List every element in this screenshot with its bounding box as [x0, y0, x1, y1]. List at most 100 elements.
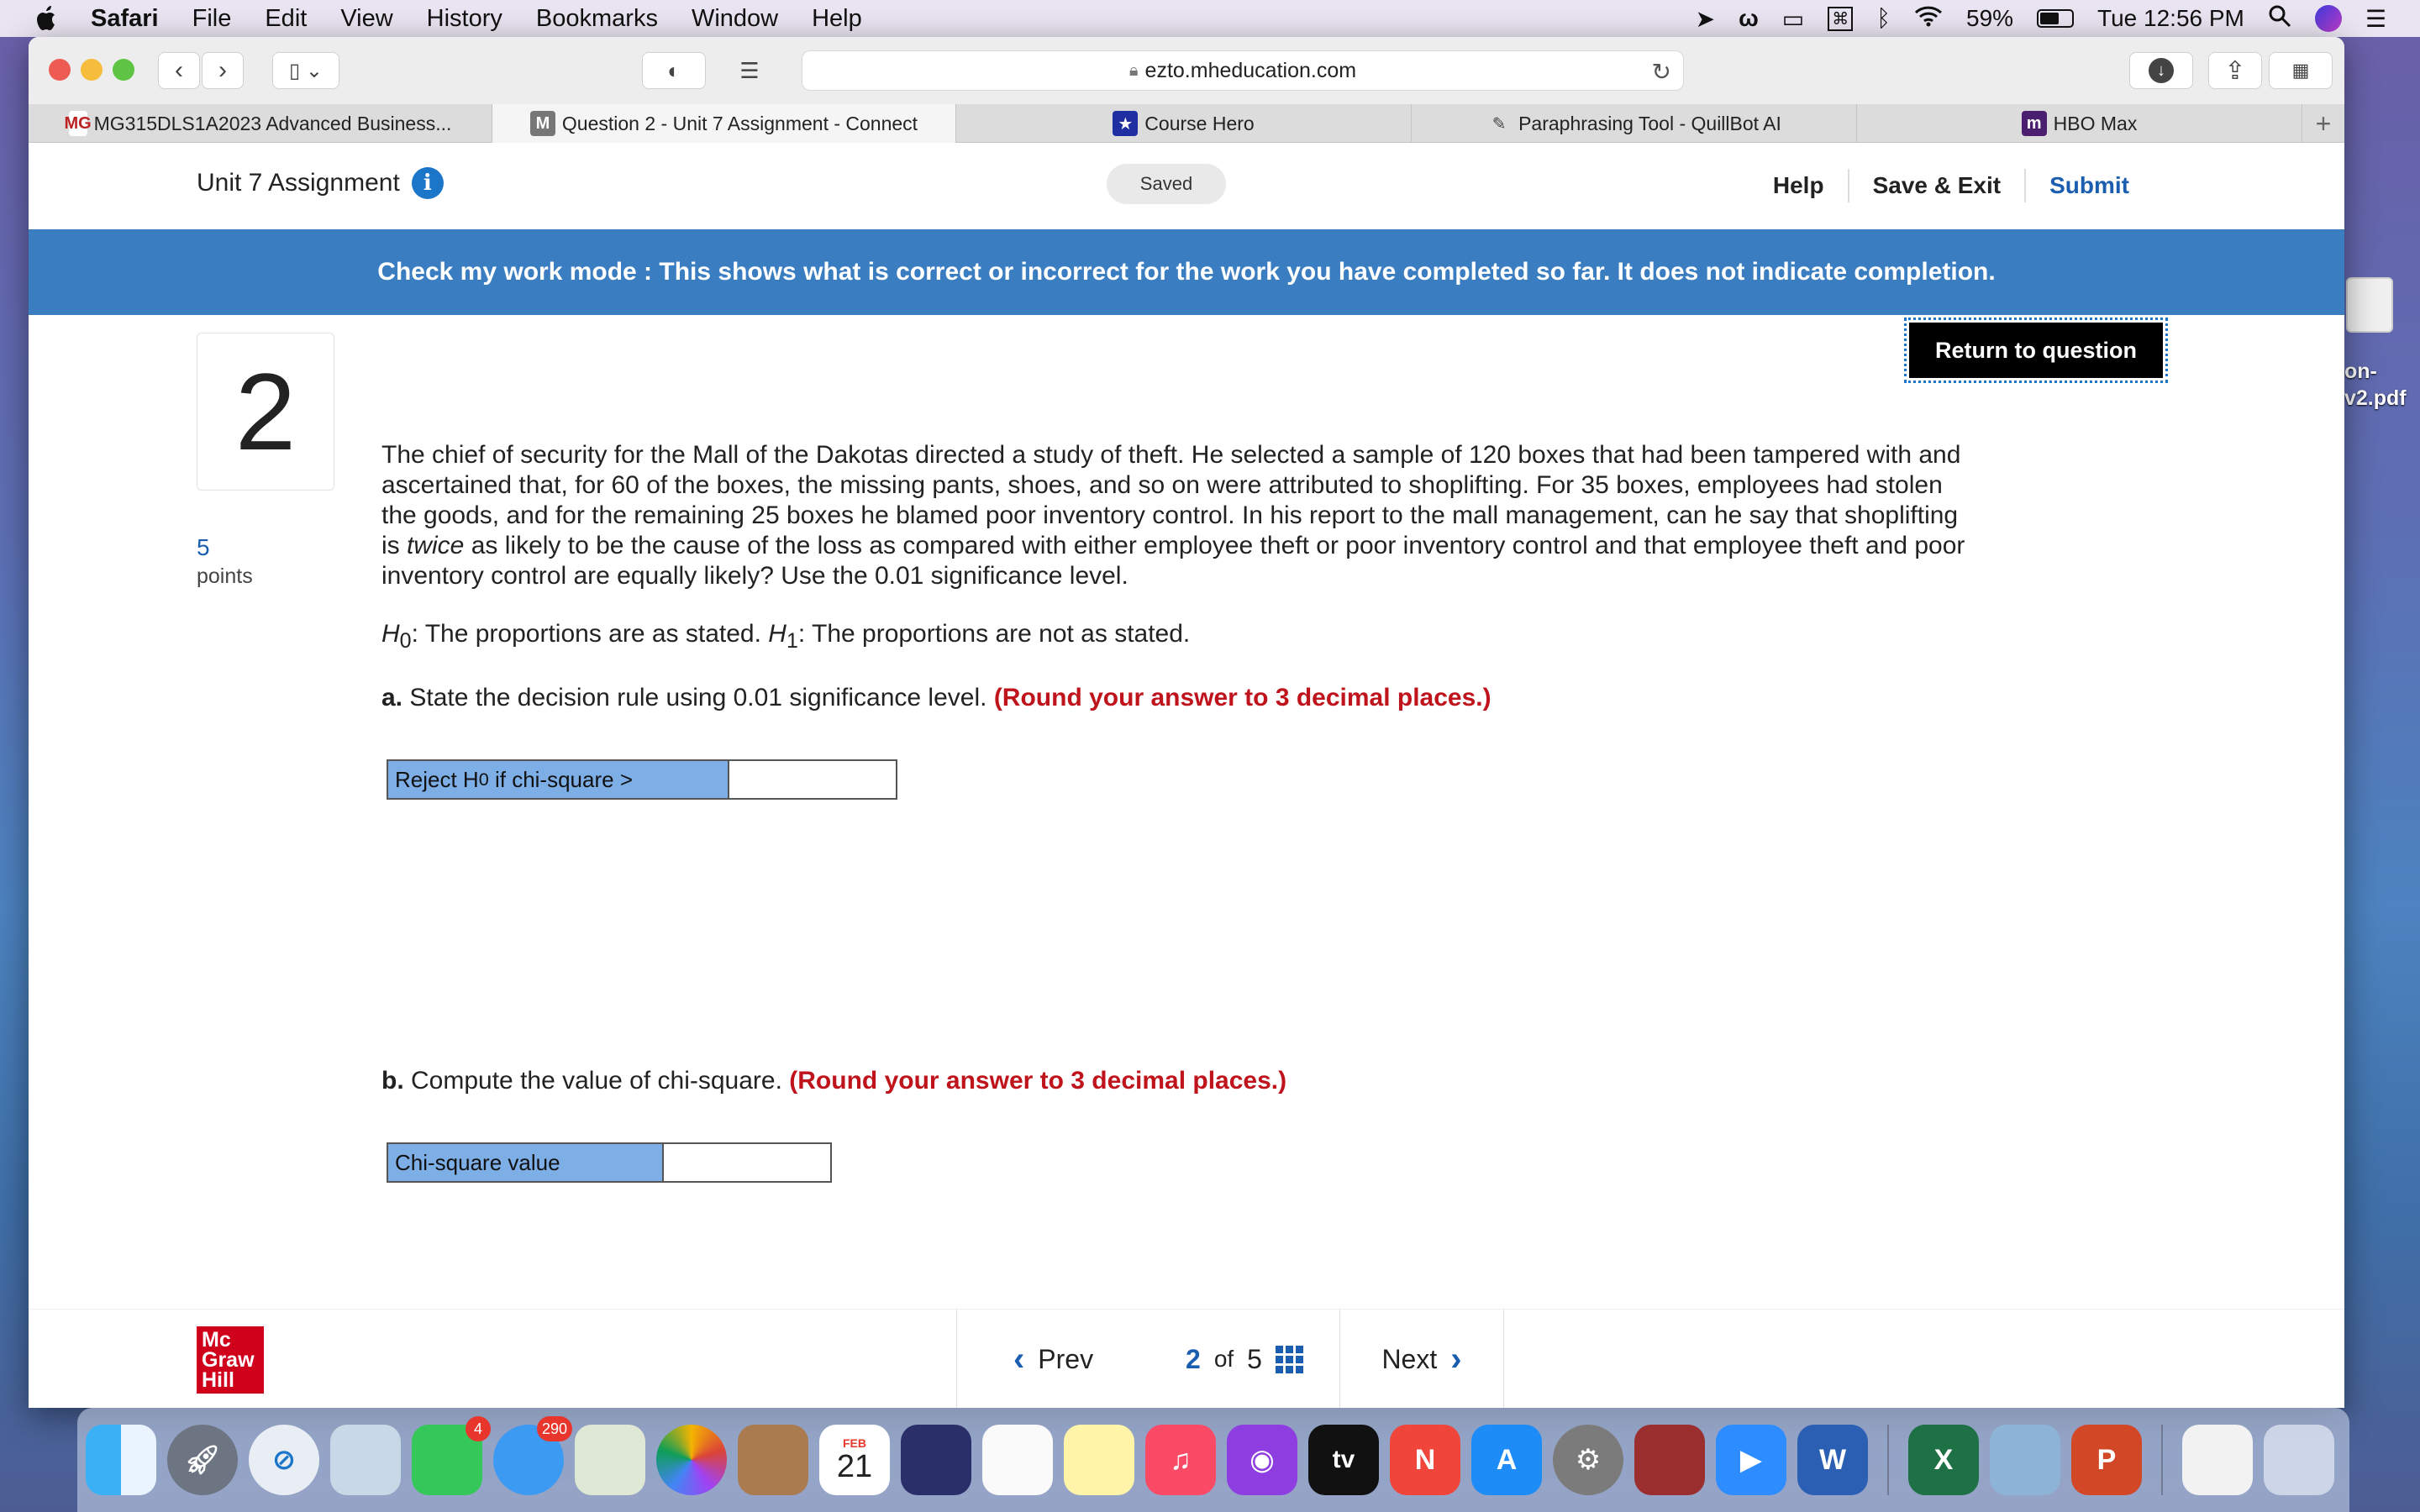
decision-rule-input[interactable] [729, 761, 896, 798]
chevron-left-icon: ‹ [1013, 1340, 1025, 1378]
menu-bar: Safari File Edit View History Bookmarks … [0, 0, 2420, 37]
hypotheses: H0: The proportions are as stated. H1: T… [381, 620, 1191, 653]
system-preferences-icon[interactable]: ⚙ [1553, 1425, 1623, 1495]
points-label: points [197, 564, 253, 588]
tab-quillbot[interactable]: ✎ Paraphrasing Tool - QuillBot AI [1412, 104, 1857, 143]
clock[interactable]: Tue 12:56 PM [2097, 5, 2244, 32]
spotlight-search-icon[interactable] [2268, 4, 2291, 34]
wifi-icon[interactable] [1914, 5, 1943, 33]
lock-icon: 🔒︎ [1128, 60, 1139, 80]
siri-icon[interactable] [2314, 5, 2342, 32]
maps-icon[interactable] [575, 1425, 645, 1495]
safari-icon[interactable]: ⊘ [249, 1425, 319, 1495]
notes-icon[interactable] [1064, 1425, 1134, 1495]
url-text: ezto.mheducation.com [1144, 58, 1357, 82]
close-window-button[interactable] [49, 59, 71, 81]
menu-bookmarks[interactable]: Bookmarks [536, 5, 658, 33]
recent-document-icon[interactable] [2182, 1425, 2253, 1495]
battery-icon[interactable] [2037, 9, 2075, 28]
dock-divider [1887, 1425, 1889, 1495]
photo-booth-icon[interactable] [1634, 1425, 1705, 1495]
apple-tv-icon[interactable]: tv [1308, 1425, 1379, 1495]
address-bar[interactable]: 🔒︎ ezto.mheducation.com ↻ [802, 50, 1684, 91]
part-a-answer-row: Reject H0 if chi-square > [387, 759, 897, 800]
podcasts-icon[interactable]: ◉ [1227, 1425, 1297, 1495]
prev-button[interactable]: ‹ Prev [956, 1310, 1150, 1408]
airplay-icon[interactable]: ▭ [1782, 5, 1804, 33]
header-actions: Help Save & Exit Submit [1749, 169, 2153, 202]
next-button[interactable]: Next › [1339, 1310, 1504, 1408]
menu-edit[interactable]: Edit [265, 5, 307, 33]
tab-overview-icon[interactable]: ▦ [2269, 52, 2333, 89]
photos-icon[interactable] [656, 1425, 727, 1495]
tab-hbo-max[interactable]: m HBO Max [1857, 104, 2302, 143]
word-icon[interactable]: W [1797, 1425, 1868, 1495]
help-link[interactable]: Help [1749, 172, 1848, 199]
zoom-window-button[interactable] [113, 59, 134, 81]
bluetooth-icon[interactable]: ᛒ [1876, 5, 1891, 32]
pdf-file-icon[interactable] [2346, 277, 2393, 333]
connect-favicon-icon: M [529, 111, 555, 136]
battery-percent[interactable]: 59% [1966, 5, 2013, 32]
location-icon[interactable]: ➤ [1696, 5, 1715, 33]
question-number: 2 [197, 333, 334, 491]
tab-bar: MG MG315DLS1A2023 Advanced Business... M… [29, 104, 2344, 143]
menu-help[interactable]: Help [812, 5, 862, 33]
contacts-icon[interactable] [738, 1425, 808, 1495]
music-icon[interactable]: ♫ [1145, 1425, 1216, 1495]
chi-square-label: Chi-square value [388, 1144, 664, 1181]
launchpad-icon[interactable]: 🚀︎ [167, 1425, 238, 1495]
facetime-icon[interactable]: 4 [412, 1416, 491, 1495]
page-indicator[interactable]: 2 of 5 [1150, 1310, 1339, 1408]
tab-question-2[interactable]: M Question 2 - Unit 7 Assignment - Conne… [492, 104, 956, 143]
question-nav-footer: Mc Graw Hill ‹ Prev 2 of 5 Next › [29, 1309, 2344, 1408]
chi-square-input[interactable] [664, 1144, 830, 1181]
check-my-work-banner: Check my work mode : This shows what is … [29, 229, 2344, 315]
saved-status-badge: Saved [1107, 164, 1226, 204]
reader-view-icon[interactable]: ☰ [718, 52, 781, 89]
question-grid-icon[interactable] [1275, 1345, 1303, 1373]
menu-window[interactable]: Window [692, 5, 778, 33]
share-icon[interactable]: ⇪ [2208, 52, 2262, 89]
extension-icon[interactable]: ω [1739, 5, 1759, 32]
favicon-icon: MG [65, 111, 92, 136]
menu-history[interactable]: History [427, 5, 502, 33]
mail-stamp-icon[interactable] [330, 1425, 401, 1495]
tab-course-hero[interactable]: ★ Course Hero [956, 104, 1412, 143]
tab-mg315[interactable]: MG MG315DLS1A2023 Advanced Business... [29, 104, 492, 143]
menu-file[interactable]: File [192, 5, 232, 33]
course-hero-favicon-icon: ★ [1113, 111, 1139, 136]
trash-icon[interactable] [2264, 1425, 2334, 1495]
menu-view[interactable]: View [340, 5, 392, 33]
notification-center-icon[interactable]: ☰ [2365, 5, 2386, 33]
return-to-question-button[interactable]: Return to question [1904, 318, 2168, 383]
zoom-icon[interactable]: ▶ [1716, 1425, 1786, 1495]
powerpoint-icon[interactable]: P [2071, 1425, 2142, 1495]
points-value: 5 [197, 534, 210, 560]
messages-icon[interactable]: 290 [493, 1416, 572, 1495]
app-store-icon[interactable]: A [1471, 1425, 1542, 1495]
reminders-icon[interactable] [982, 1425, 1053, 1495]
calendar-icon[interactable]: FEB 21 [819, 1425, 890, 1495]
submit-link[interactable]: Submit [2026, 172, 2153, 199]
webex-icon[interactable] [901, 1425, 971, 1495]
menu-safari[interactable]: Safari [91, 5, 159, 33]
part-b-prompt: b. Compute the value of chi-square. (Rou… [381, 1067, 1287, 1095]
excel-icon[interactable]: X [1908, 1425, 1979, 1495]
minimize-window-button[interactable] [81, 59, 103, 81]
reload-icon[interactable]: ↻ [1652, 58, 1671, 86]
info-icon[interactable]: i [411, 167, 444, 199]
new-tab-button[interactable]: + [2302, 104, 2344, 143]
back-button[interactable]: ‹ [158, 52, 200, 89]
quillbot-favicon-icon: ✎ [1491, 114, 1507, 134]
sidebar-toggle-button[interactable]: ▯ ⌄ [272, 52, 339, 89]
news-icon[interactable]: N [1390, 1425, 1460, 1495]
keyboard-icon[interactable]: ⌘ [1828, 6, 1854, 31]
downloads-icon[interactable]: ↓ [2129, 52, 2193, 89]
save-exit-link[interactable]: Save & Exit [1849, 172, 2025, 199]
preview-icon[interactable] [1990, 1425, 2060, 1495]
apple-icon[interactable] [34, 5, 60, 32]
forward-button[interactable]: › [202, 52, 244, 89]
finder-icon[interactable] [86, 1425, 156, 1495]
privacy-shield-icon[interactable]: ◐ [642, 52, 706, 89]
